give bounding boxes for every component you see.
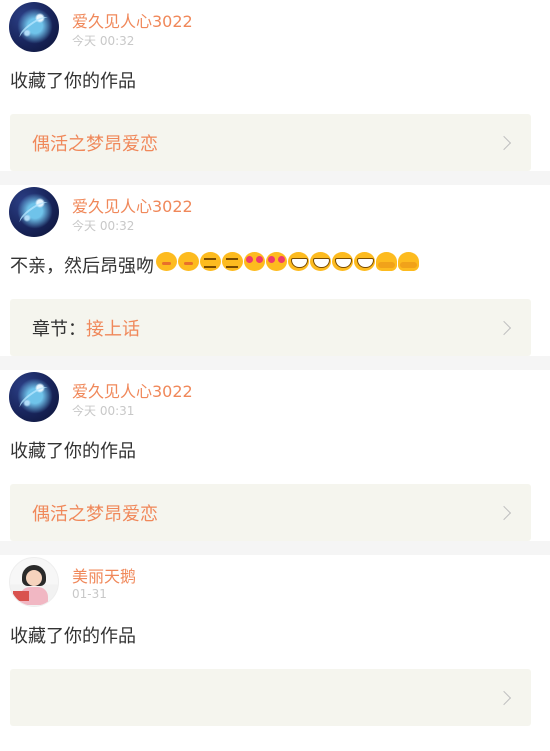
work-title: 偶活之梦昂爱恋 <box>32 503 158 525</box>
divider <box>0 356 550 370</box>
activity-text: 收藏了你的作品 <box>10 441 136 462</box>
timestamp: 今天 00:32 <box>72 219 135 233</box>
feed-item: 爱久见人心3022 今天 00:32 收藏了你的作品 偶活之梦昂爱恋 <box>0 0 550 171</box>
grin-emoji-icon <box>310 252 331 271</box>
work-link-card[interactable] <box>10 669 531 726</box>
avatar[interactable] <box>9 2 59 52</box>
comment-text: 不亲，然后昂强吻 <box>0 247 550 291</box>
bottom-spacer <box>0 726 550 740</box>
feed-item-header: 爱久见人心3022 今天 00:32 <box>0 0 550 62</box>
avatar[interactable] <box>9 187 59 237</box>
hug-emoji-icon <box>376 252 397 271</box>
grin-emoji-icon <box>332 252 353 271</box>
username[interactable]: 爱久见人心3022 <box>72 8 193 32</box>
feed-item-header: 美丽天鹅 01-31 <box>0 555 550 617</box>
comment-body: 不亲，然后昂强吻 <box>10 256 154 277</box>
chevron-right-icon <box>496 690 512 705</box>
work-link-card[interactable]: 偶活之梦昂爱恋 <box>10 114 531 171</box>
feed-item-header: 爱久见人心3022 今天 00:31 <box>0 370 550 432</box>
avatar-book <box>13 591 29 601</box>
wink-emoji-icon <box>200 252 221 271</box>
feed-item: 爱久见人心3022 今天 00:31 收藏了你的作品 偶活之梦昂爱恋 <box>0 370 550 541</box>
avatar-face <box>26 570 42 586</box>
username[interactable]: 美丽天鹅 <box>72 563 136 587</box>
emoji-row <box>156 251 420 283</box>
wink-emoji-icon <box>222 252 243 271</box>
activity-text: 收藏了你的作品 <box>10 71 136 92</box>
heart-eyes-emoji-icon <box>244 252 265 271</box>
avatar[interactable] <box>9 557 59 607</box>
chapter-link-card[interactable]: 章节：接上话 <box>10 299 531 356</box>
feed-item-header: 爱久见人心3022 今天 00:32 <box>0 185 550 247</box>
avatar[interactable] <box>9 372 59 422</box>
timestamp: 今天 00:31 <box>72 404 135 418</box>
kiss-emoji-icon <box>156 252 177 271</box>
chapter-prefix: 章节： <box>32 318 86 340</box>
kiss-emoji-icon <box>178 252 199 271</box>
work-title: 偶活之梦昂爱恋 <box>32 133 158 155</box>
username[interactable]: 爱久见人心3022 <box>72 378 193 402</box>
divider <box>0 541 550 555</box>
feed-item: 美丽天鹅 01-31 收藏了你的作品 <box>0 555 550 726</box>
timestamp: 今天 00:32 <box>72 34 135 48</box>
heart-eyes-emoji-icon <box>266 252 287 271</box>
work-link-card[interactable]: 偶活之梦昂爱恋 <box>10 484 531 541</box>
chapter-link-label: 章节：接上话 <box>32 315 140 341</box>
work-link-label: 偶活之梦昂爱恋 <box>32 500 158 526</box>
feed-item: 爱久见人心3022 今天 00:32 不亲，然后昂强吻 章节：接上话 <box>0 185 550 356</box>
timestamp: 01-31 <box>72 587 107 601</box>
work-link-label: 偶活之梦昂爱恋 <box>32 130 158 156</box>
divider <box>0 171 550 185</box>
activity-feed: 爱久见人心3022 今天 00:32 收藏了你的作品 偶活之梦昂爱恋 爱久见人心… <box>0 0 550 740</box>
chevron-right-icon <box>496 320 512 335</box>
chapter-title: 接上话 <box>86 318 140 340</box>
chevron-right-icon <box>496 505 512 520</box>
activity-text: 收藏了你的作品 <box>10 626 136 647</box>
grin-emoji-icon <box>288 252 309 271</box>
hug-emoji-icon <box>398 252 419 271</box>
chevron-right-icon <box>496 135 512 150</box>
grin-emoji-icon <box>354 252 375 271</box>
username[interactable]: 爱久见人心3022 <box>72 193 193 217</box>
